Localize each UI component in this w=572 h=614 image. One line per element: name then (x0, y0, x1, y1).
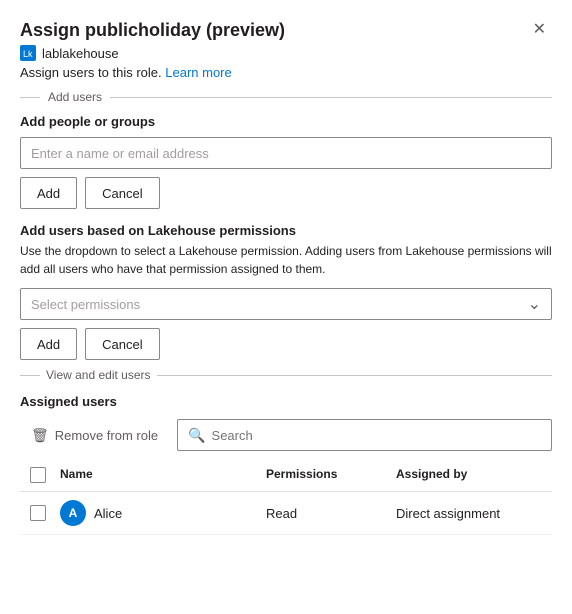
add-people-buttons: Add Cancel (20, 177, 552, 209)
lakehouse-icon: Lk (20, 45, 36, 61)
view-edit-users-row: View and edit users (20, 368, 552, 382)
view-edit-line-right (157, 375, 552, 376)
search-icon: 🔍 (188, 427, 205, 444)
lakehouse-buttons: Add Cancel (20, 328, 552, 360)
avatar: A (60, 500, 86, 526)
table-header: Name Permissions Assigned by (20, 459, 552, 492)
people-groups-input[interactable] (20, 137, 552, 169)
trash-icon: 🗑 (31, 427, 49, 444)
learn-more-link[interactable]: Learn more (165, 65, 231, 80)
assigned-users-title: Assigned users (20, 394, 552, 409)
row-name: Alice (94, 506, 122, 521)
toolbar-row: 🗑 Remove from role 🔍 (20, 419, 552, 451)
cancel-lakehouse-button[interactable]: Cancel (85, 328, 159, 360)
row-assigned-by: Direct assignment (392, 504, 552, 523)
org-name: lablakehouse (42, 46, 119, 61)
header-name: Name (56, 465, 262, 485)
cancel-people-button[interactable]: Cancel (85, 177, 159, 209)
assign-dialog: Assign publicholiday (preview) ✕ Lk labl… (0, 0, 572, 614)
row-name-cell: A Alice (56, 498, 262, 528)
close-button[interactable]: ✕ (527, 20, 552, 40)
permissions-dropdown[interactable]: Select permissions ⌄ (20, 288, 552, 320)
dialog-title: Assign publicholiday (preview) (20, 20, 285, 41)
lakehouse-section-desc: Use the dropdown to select a Lakehouse p… (20, 242, 552, 278)
view-edit-line-left (20, 375, 40, 376)
header-checkbox-cell (20, 465, 56, 485)
add-lakehouse-button[interactable]: Add (20, 328, 77, 360)
chevron-down-icon: ⌄ (528, 294, 541, 314)
select-placeholder: Select permissions (31, 297, 140, 312)
dialog-header: Assign publicholiday (preview) ✕ (20, 20, 552, 41)
row-checkbox-cell (20, 503, 56, 523)
select-all-checkbox[interactable] (30, 467, 46, 483)
search-box: 🔍 (177, 419, 552, 451)
subtitle-row: Lk lablakehouse (20, 45, 552, 61)
row-permissions: Read (262, 504, 392, 523)
assign-description: Assign users to this role. Learn more (20, 65, 552, 80)
search-input[interactable] (212, 428, 541, 443)
remove-from-role-button[interactable]: 🗑 Remove from role (20, 421, 169, 450)
add-users-divider: Add users (20, 90, 552, 104)
view-edit-label: View and edit users (46, 368, 151, 382)
add-people-label: Add people or groups (20, 114, 552, 129)
table-row: A Alice Read Direct assignment (20, 492, 552, 535)
header-assigned-by: Assigned by (392, 465, 552, 485)
svg-text:Lk: Lk (23, 49, 33, 59)
users-table: Name Permissions Assigned by A Alice Rea… (20, 459, 552, 535)
add-people-button[interactable]: Add (20, 177, 77, 209)
row-checkbox[interactable] (30, 505, 46, 521)
header-permissions: Permissions (262, 465, 392, 485)
lakehouse-section-title: Add users based on Lakehouse permissions (20, 223, 552, 238)
